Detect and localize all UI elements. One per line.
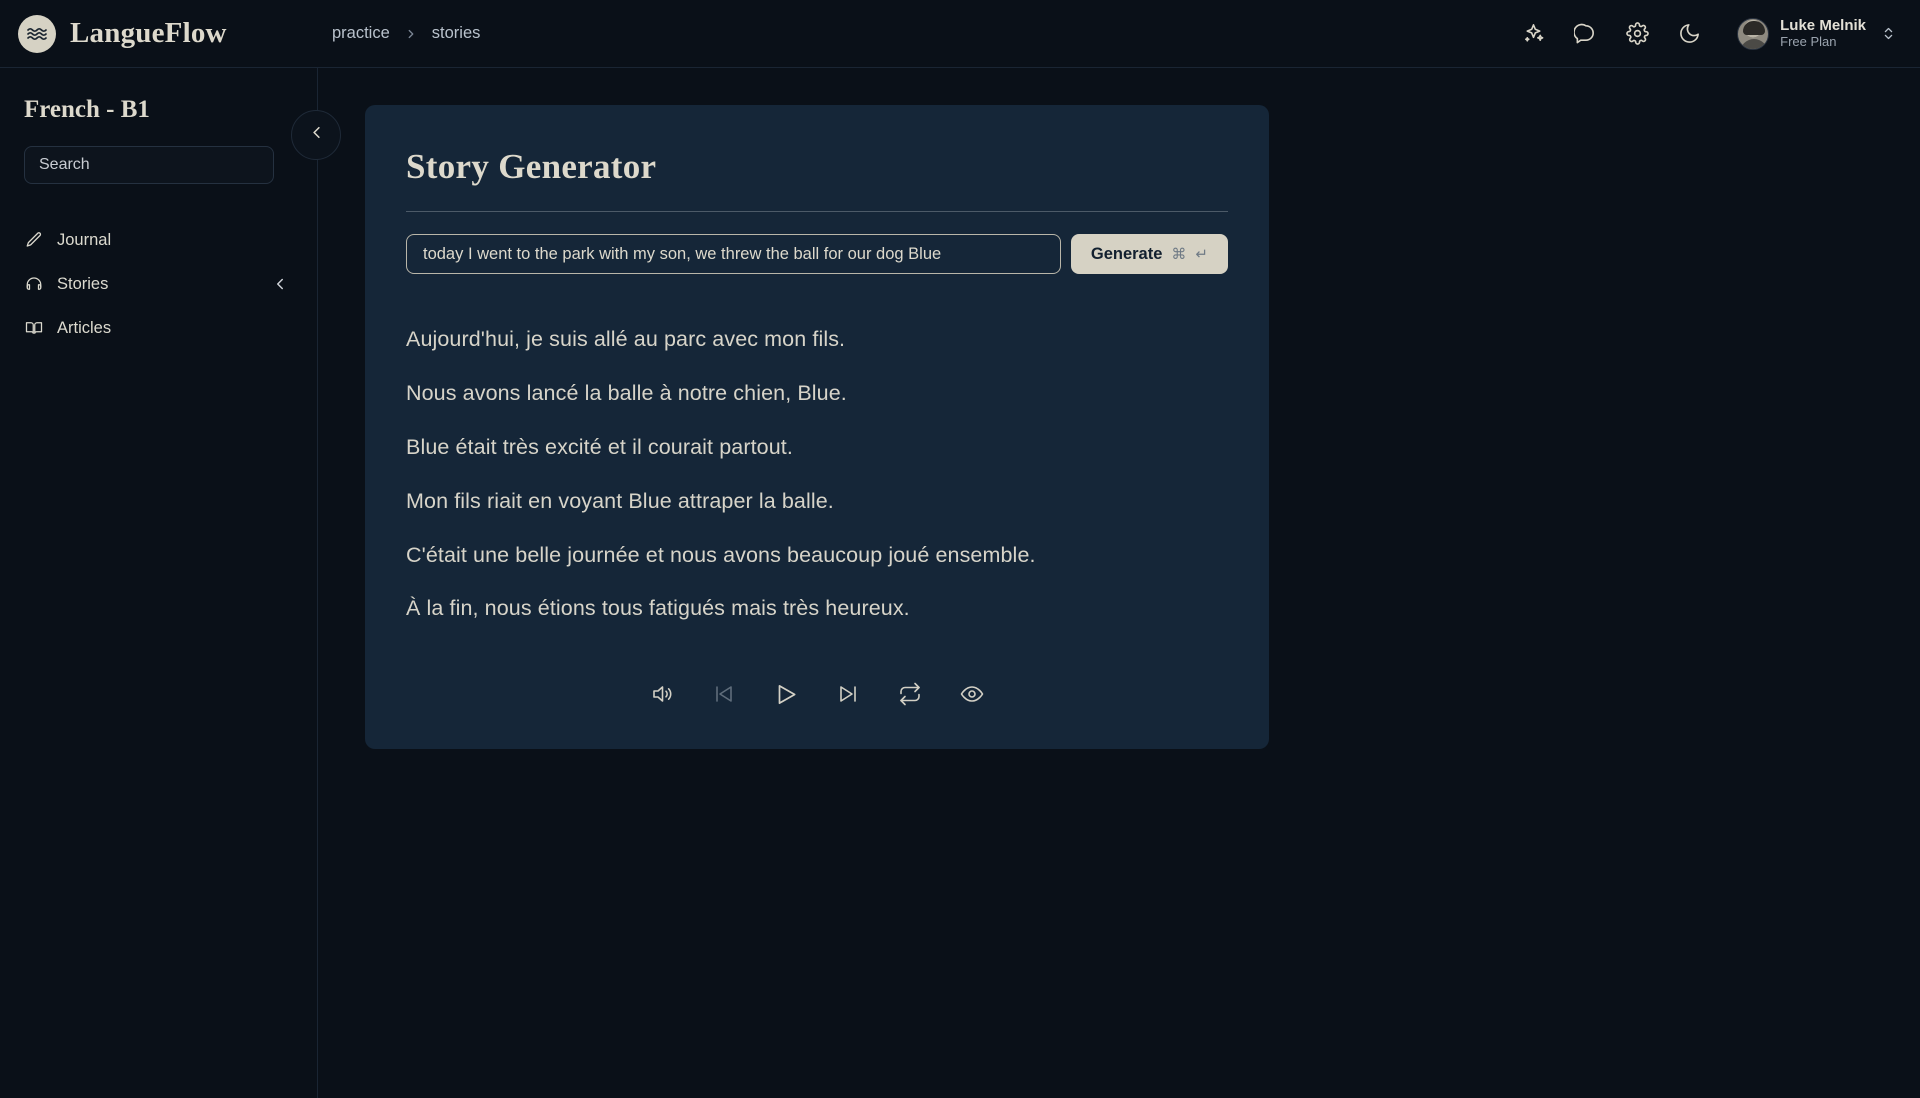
user-plan: Free Plan <box>1780 33 1837 49</box>
pencil-icon <box>24 230 44 250</box>
story-output: Aujourd'hui, je suis allé au parc avec m… <box>406 326 1228 622</box>
skip-forward-icon[interactable] <box>835 681 861 707</box>
header-actions: Luke Melnik Free Plan <box>1521 17 1920 50</box>
chevron-up-down-icon[interactable] <box>1881 26 1896 41</box>
app-header: LangueFlow practice stories Luke Melnik … <box>0 0 1920 68</box>
sidebar-item-label: Stories <box>57 274 109 293</box>
user-name: Luke Melnik <box>1780 17 1866 35</box>
breadcrumb-item-stories[interactable]: stories <box>432 24 481 43</box>
volume-icon[interactable] <box>649 681 675 707</box>
sidebar-item-articles[interactable]: Articles <box>24 306 293 350</box>
prompt-row: today I went to the park with my son, we… <box>406 234 1228 274</box>
skip-back-icon[interactable] <box>711 681 737 707</box>
shortcut-cmd-key: ⌘ <box>1171 246 1187 263</box>
brand-name: LangueFlow <box>70 17 227 49</box>
sidebar-language-title: French - B1 <box>24 96 150 123</box>
breadcrumb-item-practice[interactable]: practice <box>332 24 390 43</box>
book-open-icon <box>24 318 44 338</box>
headphones-icon <box>24 274 44 294</box>
story-line[interactable]: Blue était très excité et il courait par… <box>406 434 1228 461</box>
chat-bubble-icon[interactable] <box>1573 22 1597 46</box>
audio-player-controls <box>365 681 1269 707</box>
repeat-icon[interactable] <box>897 681 923 707</box>
story-line[interactable]: Nous avons lancé la balle à notre chien,… <box>406 380 1228 407</box>
prompt-input[interactable]: today I went to the park with my son, we… <box>406 234 1061 274</box>
story-generator-card: Story Generator today I went to the park… <box>365 105 1269 749</box>
main-content: Story Generator today I went to the park… <box>319 68 1920 1098</box>
waves-circle-icon <box>18 14 56 53</box>
sidebar-item-label: Articles <box>57 318 112 337</box>
gear-icon[interactable] <box>1625 22 1649 46</box>
chevron-left-icon[interactable] <box>271 275 289 293</box>
chevron-left-icon <box>307 123 326 147</box>
page-title: Story Generator <box>406 147 657 186</box>
generate-button-label: Generate <box>1090 244 1163 263</box>
sidebar-item-stories[interactable]: Stories <box>24 262 293 306</box>
prompt-input-value: today I went to the park with my son, we… <box>423 244 942 263</box>
story-line[interactable]: Aujourd'hui, je suis allé au parc avec m… <box>406 326 1228 353</box>
user-info: Luke Melnik Free Plan <box>1780 17 1866 49</box>
sparkles-icon[interactable] <box>1521 22 1545 46</box>
generate-button[interactable]: Generate ⌘ ↵ <box>1070 234 1228 274</box>
avatar <box>1737 17 1770 50</box>
sidebar-item-journal[interactable]: Journal <box>24 218 293 262</box>
sidebar-collapse-button[interactable] <box>291 110 341 160</box>
story-line[interactable]: Mon fils riait en voyant Blue attraper l… <box>406 488 1228 515</box>
sidebar: French - B1 Search Journal Stories Artic… <box>0 68 318 1098</box>
sidebar-item-label: Journal <box>57 230 112 249</box>
story-line[interactable]: À la fin, nous étions tous fatigués mais… <box>406 595 1228 622</box>
eye-icon[interactable] <box>959 681 985 707</box>
title-divider <box>406 211 1228 212</box>
user-menu[interactable]: Luke Melnik Free Plan <box>1737 17 1896 50</box>
chevron-right-icon <box>404 27 418 41</box>
brand[interactable]: LangueFlow <box>0 14 300 53</box>
breadcrumb: practice stories <box>332 24 480 43</box>
shortcut-enter-key: ↵ <box>1195 246 1208 263</box>
search-input[interactable]: Search <box>24 146 274 184</box>
search-placeholder: Search <box>39 156 90 173</box>
moon-icon[interactable] <box>1677 22 1701 46</box>
story-line[interactable]: C'était une belle journée et nous avons … <box>406 542 1228 569</box>
play-icon[interactable] <box>773 681 799 707</box>
